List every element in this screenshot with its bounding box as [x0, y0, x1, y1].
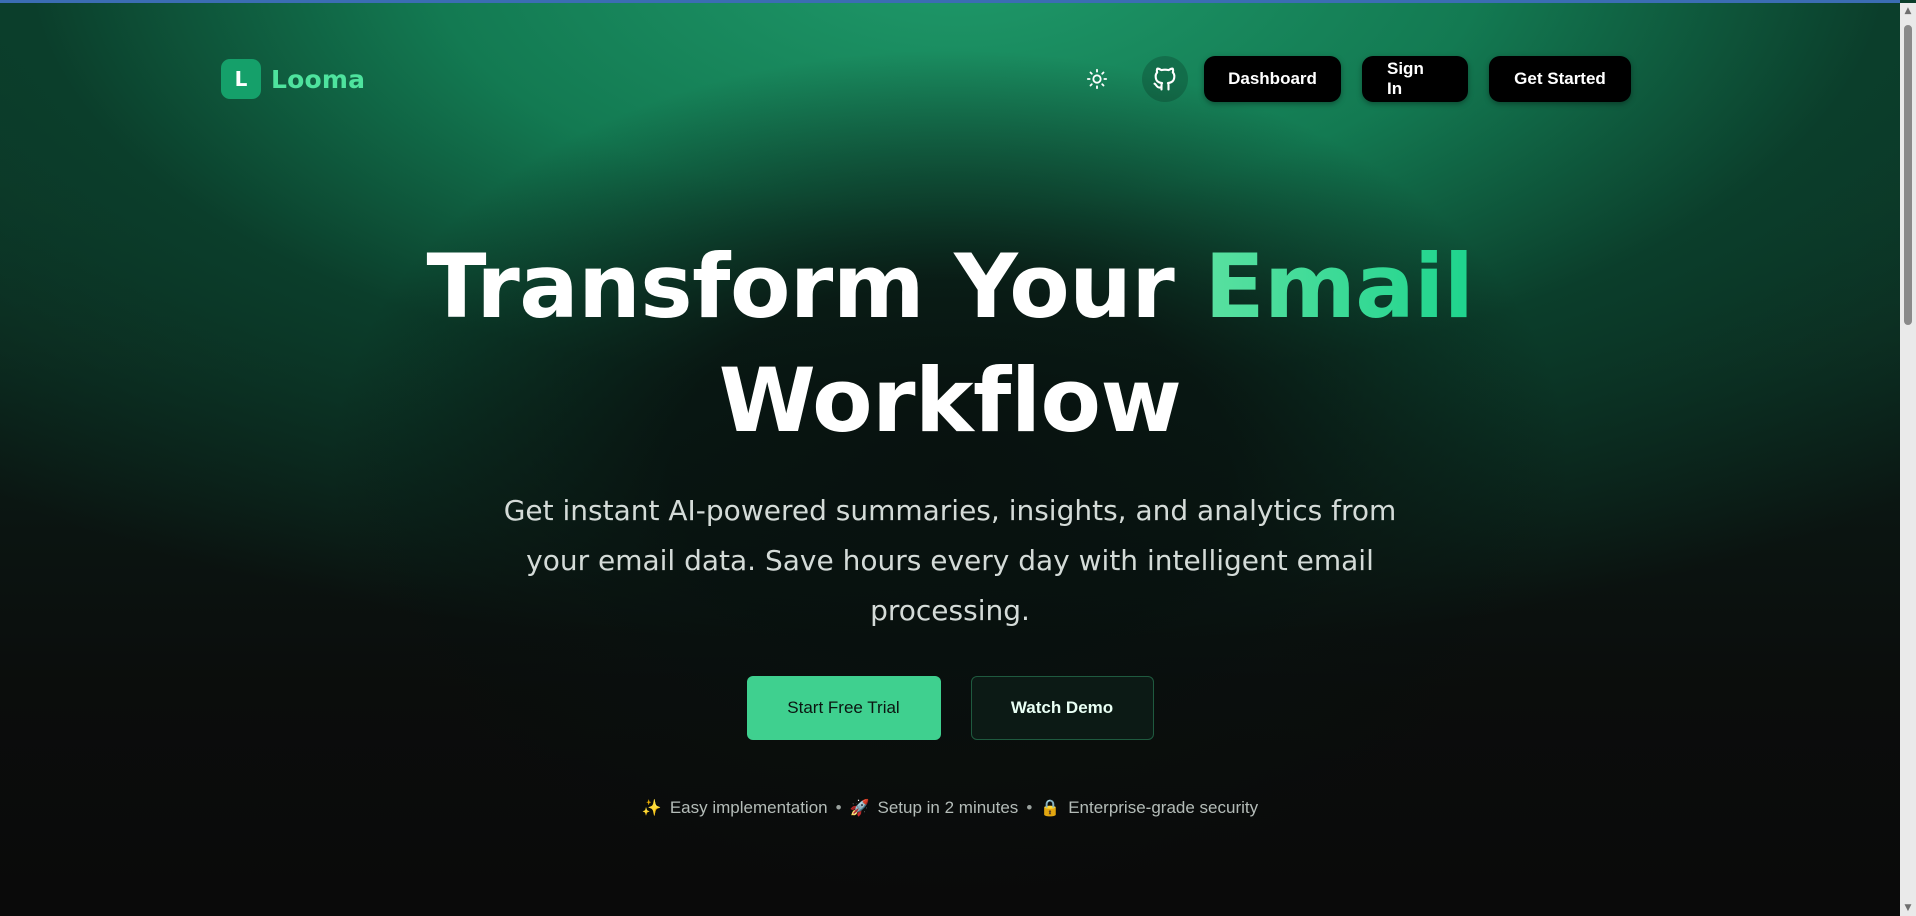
sign-in-button[interactable]: Sign In	[1362, 56, 1468, 102]
scroll-down-arrow-icon[interactable]: ▼	[1900, 900, 1916, 916]
github-button[interactable]	[1142, 56, 1188, 102]
brand-mark: L	[221, 59, 261, 99]
github-icon	[1153, 67, 1176, 91]
headline-part-2: Workflow	[718, 349, 1182, 452]
vertical-scrollbar[interactable]: ▲ ▼	[1900, 3, 1916, 916]
scrollbar-thumb[interactable]	[1904, 25, 1912, 325]
separator: •	[835, 798, 842, 817]
get-started-button[interactable]: Get Started	[1489, 56, 1631, 102]
landing-page: L Looma Dashboard Sign In Get Started Tr…	[0, 0, 1916, 916]
start-free-trial-button[interactable]: Start Free Trial	[746, 676, 941, 740]
trust-item: Easy implementation	[669, 798, 828, 817]
trust-item: Setup in 2 minutes	[877, 798, 1019, 817]
hero-headline: Transform Your Email Workflow	[0, 230, 1900, 458]
sparkles-icon: ✨	[641, 800, 662, 817]
headline-part-1: Transform Your	[426, 235, 1175, 338]
scroll-up-arrow-icon[interactable]: ▲	[1900, 3, 1916, 19]
cta-row: Start Free Trial Watch Demo	[0, 676, 1900, 740]
top-nav: L Looma Dashboard Sign In Get Started	[221, 56, 1631, 102]
sun-icon	[1086, 68, 1108, 90]
nav-actions: Dashboard Sign In Get Started	[1074, 56, 1631, 102]
trust-badges: ✨ Easy implementation • 🚀 Setup in 2 min…	[0, 798, 1900, 818]
headline-accent: Email	[1204, 235, 1474, 338]
theme-toggle-button[interactable]	[1074, 56, 1120, 102]
rocket-icon: 🚀	[849, 800, 870, 817]
brand-name: Looma	[271, 64, 366, 94]
lock-icon: 🔒	[1040, 800, 1061, 817]
watch-demo-button[interactable]: Watch Demo	[970, 676, 1154, 740]
separator: •	[1026, 798, 1033, 817]
hero-section: Transform Your Email Workflow Get instan…	[0, 230, 1900, 818]
trust-item: Enterprise-grade security	[1068, 798, 1259, 817]
window-top-border	[0, 0, 1900, 3]
dashboard-button[interactable]: Dashboard	[1204, 56, 1341, 102]
hero-subtitle: Get instant AI-powered summaries, insigh…	[503, 494, 1397, 627]
brand-logo[interactable]: L Looma	[221, 59, 365, 99]
